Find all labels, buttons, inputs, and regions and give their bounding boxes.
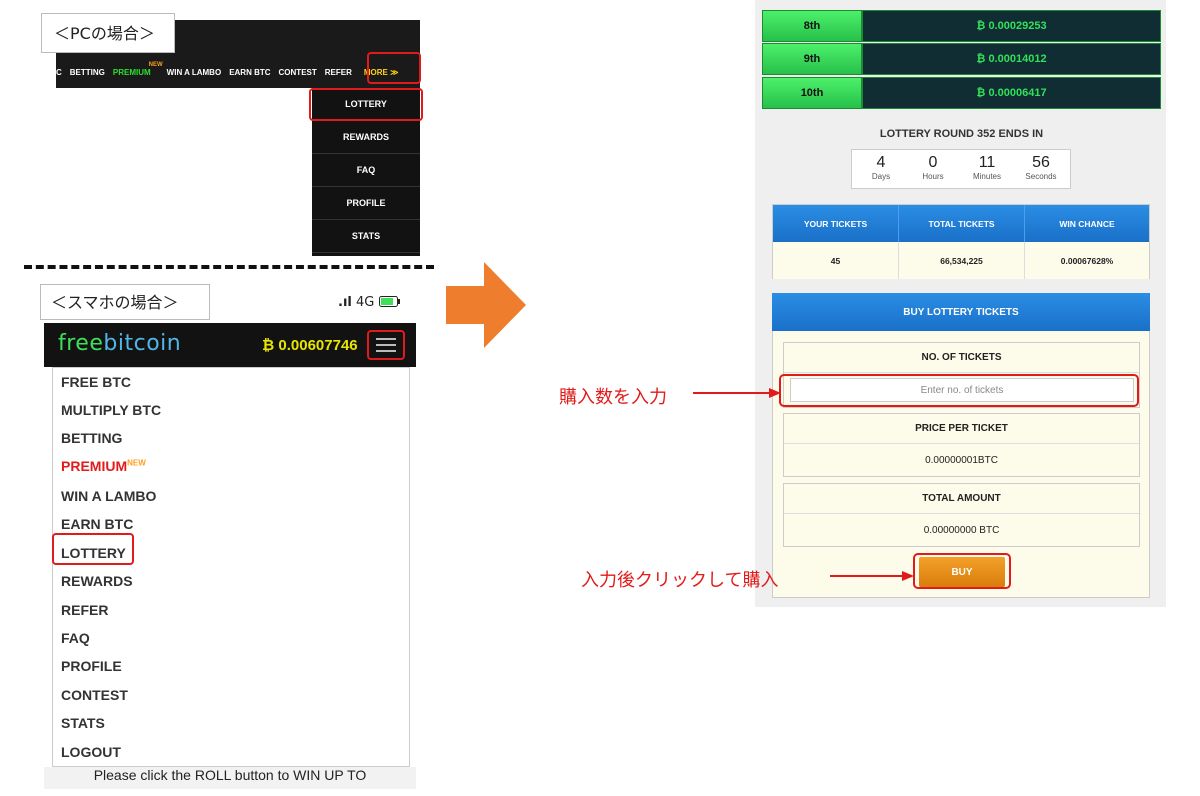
countdown-hours: 0 Hours [908, 154, 958, 181]
ticket-stats-table: YOUR TICKETS TOTAL TICKETS WIN CHANCE 45… [772, 204, 1150, 279]
prize-row: 9th ₿ 0.00014012 [762, 43, 1161, 76]
mobile-section-label: ＜スマホの場合＞ [40, 284, 210, 320]
nav-link-c[interactable]: C [56, 68, 62, 77]
menu-item-premium-label: PREMIUM [61, 458, 128, 474]
countdown-minutes: 11 Minutes [962, 154, 1012, 181]
new-badge: NEW [127, 458, 146, 468]
nav-link-contest[interactable]: CONTEST [279, 68, 317, 77]
countdown-days: 4 Days [856, 154, 906, 181]
logo-bitcoin: bitcoin [103, 331, 182, 356]
countdown-value: 11 [978, 154, 996, 171]
no-of-tickets-label: NO. OF TICKETS [784, 343, 1139, 373]
countdown-unit: Seconds [1025, 172, 1057, 181]
hamburger-icon [376, 338, 396, 352]
menu-item-logout[interactable]: LOGOUT [61, 744, 121, 760]
lottery-round-title: LOTTERY ROUND 352 ENDS IN [879, 128, 1044, 140]
win-chance-value: 0.00067628% [1025, 242, 1149, 279]
price-per-ticket-value: 0.00000001BTC [925, 454, 998, 466]
countdown-value: 56 [1032, 154, 1050, 171]
menu-item-premium[interactable]: PREMIUMNEW [61, 458, 146, 474]
battery-icon [378, 296, 400, 307]
countdown-unit: Minutes [972, 172, 1001, 181]
network-type: 4G [356, 295, 375, 310]
col-header-total-tickets: TOTAL TICKETS [899, 205, 1025, 242]
nav-link-earn-btc[interactable]: EARN BTC [229, 68, 270, 77]
menu-item-betting[interactable]: BETTING [61, 430, 122, 446]
total-amount-label: TOTAL AMOUNT [784, 484, 1139, 514]
input-instruction: 購入数を入力 [559, 387, 667, 408]
lottery-highlight-box [52, 533, 134, 565]
arrow-right-icon [446, 262, 526, 348]
countdown-unit: Days [871, 172, 891, 181]
menu-item-contest[interactable]: CONTEST [61, 687, 128, 703]
countdown-unit: Hours [922, 172, 944, 181]
dropdown-item-profile[interactable]: PROFILE [312, 187, 420, 220]
rank-cell: 9th [762, 43, 862, 75]
total-tickets-value: 66,534,225 [899, 242, 1025, 279]
dropdown-item-faq[interactable]: FAQ [312, 154, 420, 187]
rank-cell: 8th [762, 10, 862, 42]
dropdown-item-rewards[interactable]: REWARDS [312, 121, 420, 154]
pc-nav-links: C BETTING PREMIUM NEW WIN A LAMBO EARN BT… [56, 60, 399, 84]
menu-item-free-btc[interactable]: FREE BTC [61, 374, 131, 390]
hamburger-menu-button[interactable] [367, 330, 405, 360]
buy-tickets-title: BUY LOTTERY TICKETS [772, 293, 1150, 331]
menu-item-faq[interactable]: FAQ [61, 630, 90, 646]
menu-item-profile[interactable]: PROFILE [61, 658, 122, 674]
nav-link-win-a-lambo[interactable]: WIN A LAMBO [167, 68, 222, 77]
section-divider [24, 265, 434, 269]
buy-highlight-box [913, 553, 1011, 589]
col-header-win-chance: WIN CHANCE [1025, 205, 1149, 242]
annotation-arrow-icon [693, 388, 781, 398]
menu-item-refer[interactable]: REFER [61, 602, 108, 618]
signal-bars-icon: .ıl [338, 295, 352, 310]
price-per-ticket-field: PRICE PER TICKET 0.00000001BTC [783, 413, 1140, 477]
signal-indicator: .ıl 4G [338, 295, 401, 310]
pc-section-label: ＜PCの場合＞ [41, 13, 175, 53]
roll-promo-text: Please click the ROLL button to WIN UP T… [44, 767, 416, 789]
menu-item-stats[interactable]: STATS [61, 715, 105, 731]
logo-free: free [58, 331, 104, 356]
btc-balance: ₿ 0.00607746 [262, 337, 358, 354]
nav-link-premium[interactable]: PREMIUM NEW [112, 62, 163, 77]
menu-item-multiply-btc[interactable]: MULTIPLY BTC [61, 402, 161, 418]
lottery-highlight-box [309, 88, 423, 121]
more-highlight-box [367, 52, 421, 84]
nav-link-premium-label: PREMIUM [112, 67, 151, 77]
rank-cell: 10th [762, 77, 862, 109]
menu-item-win-a-lambo[interactable]: WIN A LAMBO [61, 488, 156, 504]
nav-link-betting[interactable]: BETTING [70, 68, 105, 77]
your-tickets-value: 45 [773, 242, 899, 279]
nav-link-refer[interactable]: REFER [325, 68, 352, 77]
total-amount-value: 0.00000000 BTC [923, 524, 1000, 536]
menu-item-rewards[interactable]: REWARDS [61, 573, 133, 589]
price-per-ticket-label: PRICE PER TICKET [784, 414, 1139, 444]
prize-cell: ₿ 0.00014012 [862, 43, 1161, 75]
mobile-nav-menu: FREE BTC MULTIPLY BTC BETTING PREMIUMNEW… [52, 367, 410, 767]
countdown-timer: 4 Days 0 Hours 11 Minutes 56 Seconds [851, 149, 1071, 189]
prize-cell: ₿ 0.00029253 [862, 10, 1161, 42]
countdown-value: 4 [876, 154, 886, 171]
buy-instruction: 入力後クリックして購入 [581, 570, 779, 591]
input-highlight-box [779, 374, 1139, 407]
prize-row: 10th ₿ 0.00006417 [762, 77, 1161, 110]
col-header-your-tickets: YOUR TICKETS [773, 205, 899, 242]
countdown-seconds: 56 Seconds [1016, 154, 1066, 181]
dropdown-item-stats[interactable]: STATS [312, 220, 420, 253]
new-badge: NEW [148, 61, 163, 68]
total-amount-field: TOTAL AMOUNT 0.00000000 BTC [783, 483, 1140, 547]
countdown-value: 0 [928, 154, 938, 171]
annotation-arrow-icon [830, 571, 914, 581]
prize-cell: ₿ 0.00006417 [862, 77, 1161, 109]
menu-item-earn-btc[interactable]: EARN BTC [61, 516, 133, 532]
prize-row: 8th ₿ 0.00029253 [762, 10, 1161, 43]
freebitcoin-logo[interactable]: freebitcoin [58, 331, 181, 356]
